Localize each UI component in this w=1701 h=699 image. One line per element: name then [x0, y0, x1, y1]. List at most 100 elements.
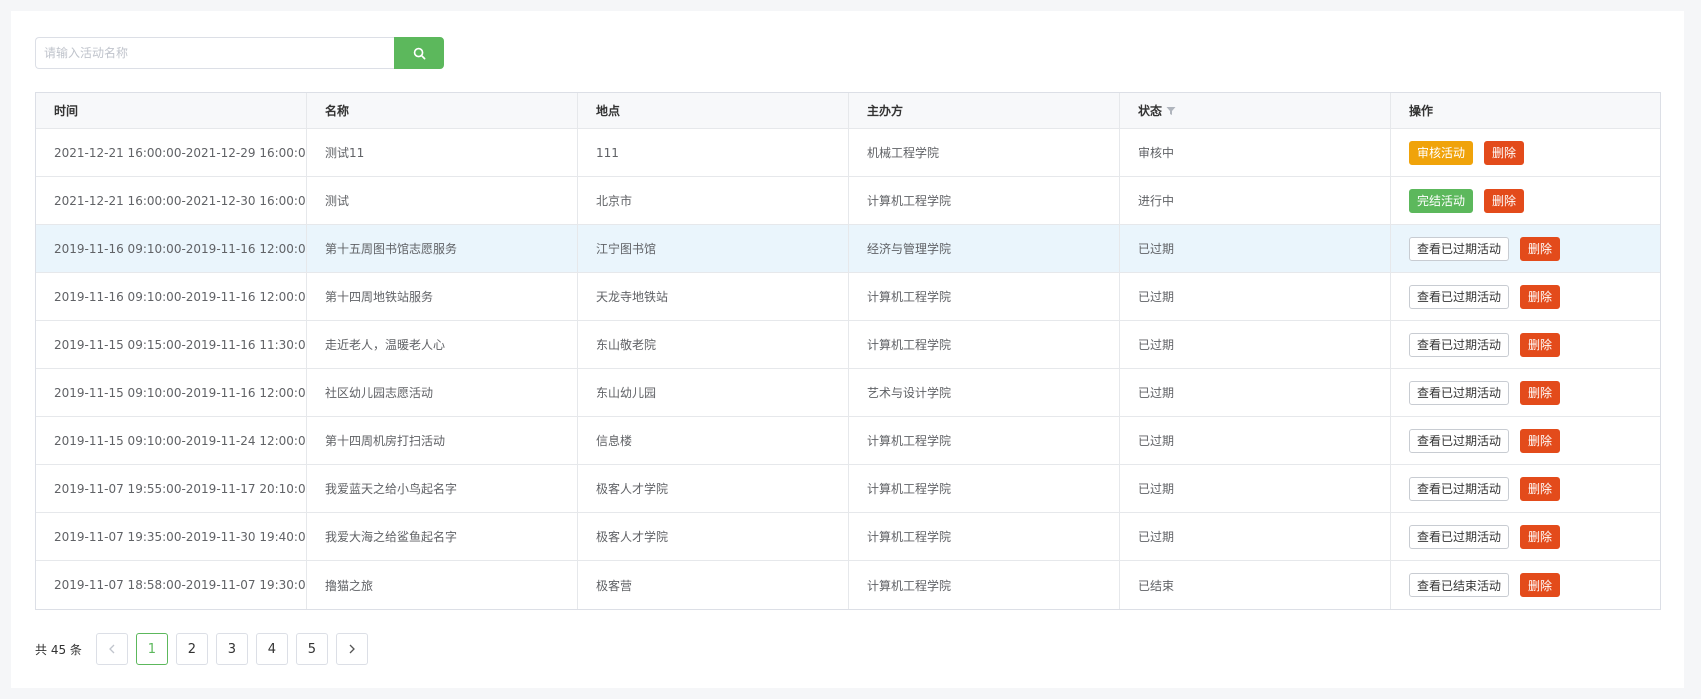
- search-button[interactable]: [394, 37, 444, 69]
- view-activity-button[interactable]: 查看已过期活动: [1409, 476, 1510, 501]
- view-activity-button[interactable]: 查看已结束活动: [1409, 573, 1510, 597]
- header-status-label: 状态: [1138, 104, 1163, 118]
- table-row: 2019-11-07 19:55:00-2019-11-17 20:10:00 我…: [36, 465, 1660, 513]
- status-text: 已过期: [1138, 530, 1175, 544]
- place-text: 极客营: [596, 578, 633, 593]
- cell-name: 测试: [307, 177, 578, 224]
- table-row: 2021-12-21 16:00:00-2021-12-30 16:00:00 测…: [36, 177, 1660, 225]
- review-activity-button[interactable]: 审核活动: [1409, 140, 1474, 165]
- delete-button[interactable]: 删除: [1520, 332, 1561, 357]
- view-activity-button[interactable]: 查看已过期活动: [1409, 428, 1510, 453]
- organizer-text: 计算机工程学院: [867, 338, 952, 352]
- time-text: 2019-11-16 09:10:00-2019-11-16 12:00:00: [54, 241, 307, 256]
- name-text: 测试: [325, 194, 350, 208]
- place-text: 江宁图书馆: [596, 242, 657, 256]
- header-organizer-label: 主办方: [867, 104, 904, 118]
- next-page-button[interactable]: [335, 633, 368, 665]
- page-button[interactable]: 5: [295, 633, 328, 665]
- page-button[interactable]: 4: [255, 633, 288, 665]
- cell-name: 走近老人，温暖老人心: [307, 321, 578, 368]
- delete-button[interactable]: 删除: [1484, 140, 1525, 165]
- cell-organizer: 计算机工程学院: [849, 177, 1120, 224]
- cell-name: 撸猫之旅: [307, 561, 578, 609]
- status-text: 已过期: [1138, 386, 1175, 400]
- cell-place: 极客人才学院: [578, 513, 849, 560]
- delete-button[interactable]: 删除: [1520, 380, 1561, 405]
- cell-status: 已过期: [1120, 513, 1391, 560]
- header-status: 状态: [1120, 93, 1391, 128]
- delete-button[interactable]: 删除: [1484, 188, 1525, 213]
- place-text: 极客人才学院: [596, 482, 669, 496]
- filter-icon[interactable]: [1166, 106, 1176, 116]
- cell-status: 已过期: [1120, 321, 1391, 368]
- table-header: 时间 名称 地点 主办方 状态 操作: [36, 93, 1660, 129]
- cell-organizer: 经济与管理学院: [849, 225, 1120, 272]
- cell-actions: 审核活动 删除: [1391, 129, 1662, 176]
- cell-time: 2021-12-21 16:00:00-2021-12-29 16:00:00: [36, 129, 307, 176]
- pagination: 共 45 条 12345: [35, 633, 376, 665]
- chevron-right-icon: [348, 644, 356, 654]
- table-row: 2019-11-07 18:58:00-2019-11-07 19:30:00 撸…: [36, 561, 1660, 609]
- delete-button[interactable]: 删除: [1520, 428, 1561, 453]
- table-row: 2019-11-07 19:35:00-2019-11-30 19:40:00 我…: [36, 513, 1660, 561]
- delete-button[interactable]: 删除: [1520, 284, 1561, 309]
- cell-actions: 查看已过期活动 删除: [1391, 225, 1662, 272]
- table-body: 2021-12-21 16:00:00-2021-12-29 16:00:00 测…: [36, 129, 1660, 609]
- organizer-text: 计算机工程学院: [867, 434, 952, 448]
- view-activity-button[interactable]: 查看已过期活动: [1409, 380, 1510, 405]
- status-text: 已过期: [1138, 242, 1175, 256]
- cell-time: 2019-11-07 19:55:00-2019-11-17 20:10:00: [36, 465, 307, 512]
- status-text: 已过期: [1138, 482, 1175, 496]
- cell-status: 已结束: [1120, 561, 1391, 609]
- cell-time: 2019-11-07 19:35:00-2019-11-30 19:40:00: [36, 513, 307, 560]
- name-text: 第十四周地铁站服务: [325, 290, 434, 304]
- cell-place: 信息楼: [578, 417, 849, 464]
- cell-actions: 查看已过期活动 删除: [1391, 321, 1662, 368]
- cell-actions: 查看已过期活动 删除: [1391, 417, 1662, 464]
- cell-actions: 查看已结束活动 删除: [1391, 561, 1662, 609]
- status-text: 审核中: [1138, 146, 1175, 160]
- page-button[interactable]: 2: [175, 633, 208, 665]
- cell-place: 东山幼儿园: [578, 369, 849, 416]
- cell-organizer: 艺术与设计学院: [849, 369, 1120, 416]
- name-text: 测试11: [325, 146, 365, 160]
- view-activity-button[interactable]: 查看已过期活动: [1409, 524, 1510, 549]
- cell-organizer: 机械工程学院: [849, 129, 1120, 176]
- page-button[interactable]: 1: [135, 633, 168, 665]
- delete-button[interactable]: 删除: [1520, 236, 1561, 261]
- finish-activity-button[interactable]: 完结活动: [1409, 188, 1474, 213]
- cell-time: 2019-11-15 09:10:00-2019-11-16 12:00:00: [36, 369, 307, 416]
- place-text: 信息楼: [596, 434, 633, 448]
- cell-organizer: 计算机工程学院: [849, 465, 1120, 512]
- header-time-label: 时间: [54, 104, 79, 118]
- name-text: 第十四周机房打扫活动: [325, 434, 446, 448]
- cell-actions: 查看已过期活动 删除: [1391, 465, 1662, 512]
- prev-page-button[interactable]: [95, 633, 128, 665]
- place-text: 东山幼儿园: [596, 386, 657, 400]
- cell-actions: 查看已过期活动 删除: [1391, 369, 1662, 416]
- cell-organizer: 计算机工程学院: [849, 561, 1120, 609]
- cell-place: 极客营: [578, 561, 849, 609]
- view-activity-button[interactable]: 查看已过期活动: [1409, 332, 1510, 357]
- organizer-text: 机械工程学院: [867, 146, 940, 160]
- time-text: 2019-11-15 09:10:00-2019-11-24 12:00:00: [54, 433, 307, 448]
- table-row: 2019-11-16 09:10:00-2019-11-16 12:00:00 第…: [36, 273, 1660, 321]
- delete-button[interactable]: 删除: [1520, 573, 1561, 597]
- status-text: 已过期: [1138, 338, 1175, 352]
- header-actions-label: 操作: [1409, 104, 1434, 118]
- header-name: 名称: [307, 93, 578, 128]
- cell-status: 进行中: [1120, 177, 1391, 224]
- cell-name: 我爱蓝天之给小鸟起名字: [307, 465, 578, 512]
- cell-status: 审核中: [1120, 129, 1391, 176]
- delete-button[interactable]: 删除: [1520, 524, 1561, 549]
- cell-place: 天龙寺地铁站: [578, 273, 849, 320]
- view-activity-button[interactable]: 查看已过期活动: [1409, 236, 1510, 261]
- cell-time: 2021-12-21 16:00:00-2021-12-30 16:00:00: [36, 177, 307, 224]
- view-activity-button[interactable]: 查看已过期活动: [1409, 284, 1510, 309]
- page-button[interactable]: 3: [215, 633, 248, 665]
- status-text: 已过期: [1138, 290, 1175, 304]
- status-text: 已过期: [1138, 434, 1175, 448]
- time-text: 2019-11-07 19:55:00-2019-11-17 20:10:00: [54, 481, 307, 496]
- delete-button[interactable]: 删除: [1520, 476, 1561, 501]
- search-input[interactable]: [35, 37, 394, 69]
